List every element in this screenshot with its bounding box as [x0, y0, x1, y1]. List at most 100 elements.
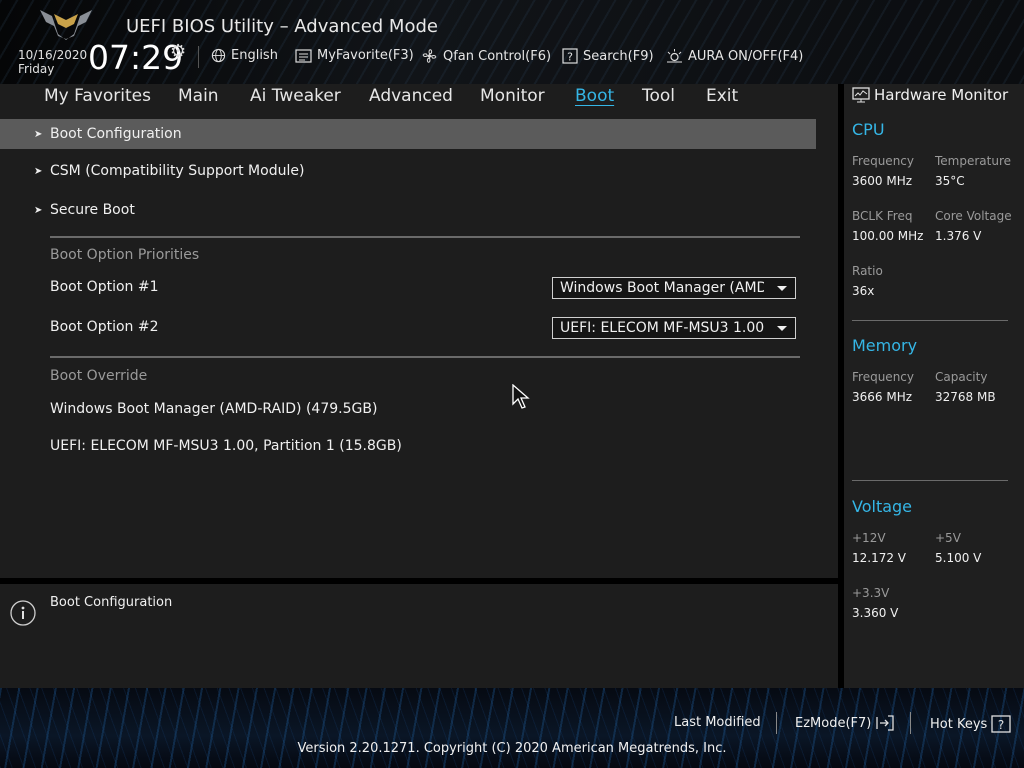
boot-option-1-value: Windows Boot Manager (AMD-RAID) (479.5GB… — [560, 280, 764, 296]
help-question-icon: ? — [991, 715, 1011, 733]
monitor-icon — [852, 87, 870, 103]
v33-label: +3.3V — [852, 586, 890, 600]
footer-separator — [776, 712, 777, 734]
search-label: Search(F9) — [583, 48, 654, 64]
hardware-monitor-header: Hardware Monitor — [852, 86, 1008, 104]
boot-override-title: Boot Override — [50, 368, 148, 384]
submenu-label: Boot Configuration — [50, 126, 182, 142]
main-panel: ➤ Boot Configuration ➤ CSM (Compatibilit… — [0, 112, 838, 578]
footer-bar: Last Modified EzMode(F7) Hot Keys ? Vers… — [0, 688, 1024, 768]
app-title: UEFI BIOS Utility – Advanced Mode — [126, 16, 438, 37]
language-label: English — [231, 48, 278, 63]
hardware-monitor-title: Hardware Monitor — [874, 86, 1009, 104]
tab-tool[interactable]: Tool — [642, 86, 675, 106]
memory-frequency-label: Frequency — [852, 370, 914, 384]
aura-label: AURA ON/OFF(F4) — [688, 48, 804, 64]
submenu-arrow-icon: ➤ — [34, 204, 43, 216]
aura-toggle-button[interactable]: AURA ON/OFF(F4) — [666, 48, 803, 64]
aura-light-icon — [667, 49, 682, 63]
boot-option-2-label: Boot Option #2 — [50, 319, 159, 335]
boot-option-1-dropdown[interactable]: Windows Boot Manager (AMD-RAID) (479.5GB… — [552, 277, 796, 299]
cpu-temperature-label: Temperature — [935, 154, 1012, 168]
qfan-control-button[interactable]: Qfan Control(F6) — [421, 48, 551, 64]
v33-value: 3.360 V — [852, 606, 899, 620]
copyright-text: Version 2.20.1271. Copyright (C) 2020 Am… — [297, 741, 727, 756]
tab-my-favorites[interactable]: My Favorites — [44, 86, 151, 106]
hw-divider — [852, 320, 1008, 321]
search-button[interactable]: ? Search(F9) — [562, 48, 654, 64]
hw-divider — [852, 480, 1008, 481]
bclk-freq-value: 100.00 MHz — [852, 229, 924, 243]
v5-value: 5.100 V — [935, 551, 982, 565]
mouse-cursor-icon — [512, 384, 530, 409]
v12-label: +12V — [852, 531, 886, 545]
submenu-label: Secure Boot — [50, 202, 135, 218]
ezmode-button[interactable]: EzMode(F7) — [795, 715, 895, 731]
footer-separator — [910, 712, 911, 734]
submenu-arrow-icon: ➤ — [34, 128, 43, 140]
submenu-arrow-icon: ➤ — [34, 165, 43, 177]
tab-exit[interactable]: Exit — [706, 86, 738, 106]
last-modified-label: Last Modified — [674, 715, 761, 730]
last-modified-button[interactable]: Last Modified — [674, 715, 761, 730]
section-divider — [50, 356, 800, 358]
day-display: Friday — [18, 62, 55, 76]
boot-override-item[interactable]: UEFI: ELECOM MF-MSU3 1.00, Partition 1 (… — [50, 438, 402, 454]
tab-ai-tweaker[interactable]: Ai Tweaker — [250, 86, 341, 106]
memory-capacity-label: Capacity — [935, 370, 988, 384]
cpu-temperature-value: 35°C — [935, 174, 965, 188]
submenu-secure-boot[interactable]: ➤ Secure Boot — [0, 195, 816, 225]
dropdown-caret-icon — [777, 286, 787, 291]
v12-value: 12.172 V — [852, 551, 907, 565]
time-display: 07:29 — [88, 38, 184, 77]
tab-advanced[interactable]: Advanced — [369, 86, 453, 106]
boot-option-2-dropdown[interactable]: UEFI: ELECOM MF-MSU3 1.00, Partition 1 (… — [552, 317, 796, 339]
svg-text:?: ? — [567, 51, 573, 64]
core-voltage-label: Core Voltage — [935, 209, 1012, 223]
date-display: 10/16/2020 — [18, 48, 88, 62]
submenu-label: CSM (Compatibility Support Module) — [50, 163, 305, 179]
section-divider — [50, 236, 800, 238]
search-question-icon: ? — [562, 48, 578, 64]
tab-boot[interactable]: Boot — [575, 86, 614, 106]
info-icon — [10, 600, 36, 626]
language-button[interactable]: English — [211, 48, 278, 63]
ratio-label: Ratio — [852, 264, 883, 278]
header-bar: UEFI BIOS Utility – Advanced Mode 10/16/… — [0, 0, 1024, 84]
dropdown-caret-icon — [777, 326, 787, 331]
qfan-label: Qfan Control(F6) — [443, 48, 552, 64]
svg-text:?: ? — [998, 718, 1004, 732]
tab-main[interactable]: Main — [178, 86, 219, 106]
header-separator — [198, 46, 199, 68]
boot-option-1-label: Boot Option #1 — [50, 279, 159, 295]
tuf-logo-icon — [40, 10, 92, 40]
myfavorite-label: MyFavorite(F3) — [317, 48, 414, 63]
cpu-frequency-value: 3600 MHz — [852, 174, 913, 188]
help-description: Boot Configuration — [50, 595, 173, 610]
favorite-list-icon — [295, 48, 312, 63]
boot-override-item[interactable]: Windows Boot Manager (AMD-RAID) (479.5GB… — [50, 401, 377, 417]
fan-icon — [422, 49, 437, 63]
core-voltage-value: 1.376 V — [935, 229, 982, 243]
ratio-value: 36x — [852, 284, 875, 298]
myfavorite-button[interactable]: MyFavorite(F3) — [295, 48, 414, 63]
submenu-boot-configuration[interactable]: ➤ Boot Configuration — [0, 119, 816, 149]
hot-keys-label: Hot Keys — [930, 716, 988, 732]
time-settings-gear-icon[interactable]: ⚙ — [170, 41, 186, 62]
hardware-monitor-panel: Hardware Monitor CPU Frequency Temperatu… — [844, 84, 1024, 688]
hot-keys-button[interactable]: Hot Keys ? — [930, 715, 1011, 733]
cpu-frequency-label: Frequency — [852, 154, 914, 168]
cpu-section-title: CPU — [852, 120, 885, 139]
globe-icon — [211, 48, 226, 63]
ezmode-label: EzMode(F7) — [795, 715, 872, 731]
tab-monitor[interactable]: Monitor — [480, 86, 545, 106]
voltage-section-title: Voltage — [852, 497, 913, 516]
memory-frequency-value: 3666 MHz — [852, 390, 913, 404]
memory-section-title: Memory — [852, 336, 918, 355]
help-panel: Boot Configuration — [0, 584, 838, 688]
boot-option-priorities-title: Boot Option Priorities — [50, 247, 200, 263]
boot-option-2-value: UEFI: ELECOM MF-MSU3 1.00, Partition 1 (… — [560, 320, 764, 336]
v5-label: +5V — [935, 531, 961, 545]
submenu-csm[interactable]: ➤ CSM (Compatibility Support Module) — [0, 156, 816, 186]
ezmode-exit-icon — [876, 715, 895, 731]
